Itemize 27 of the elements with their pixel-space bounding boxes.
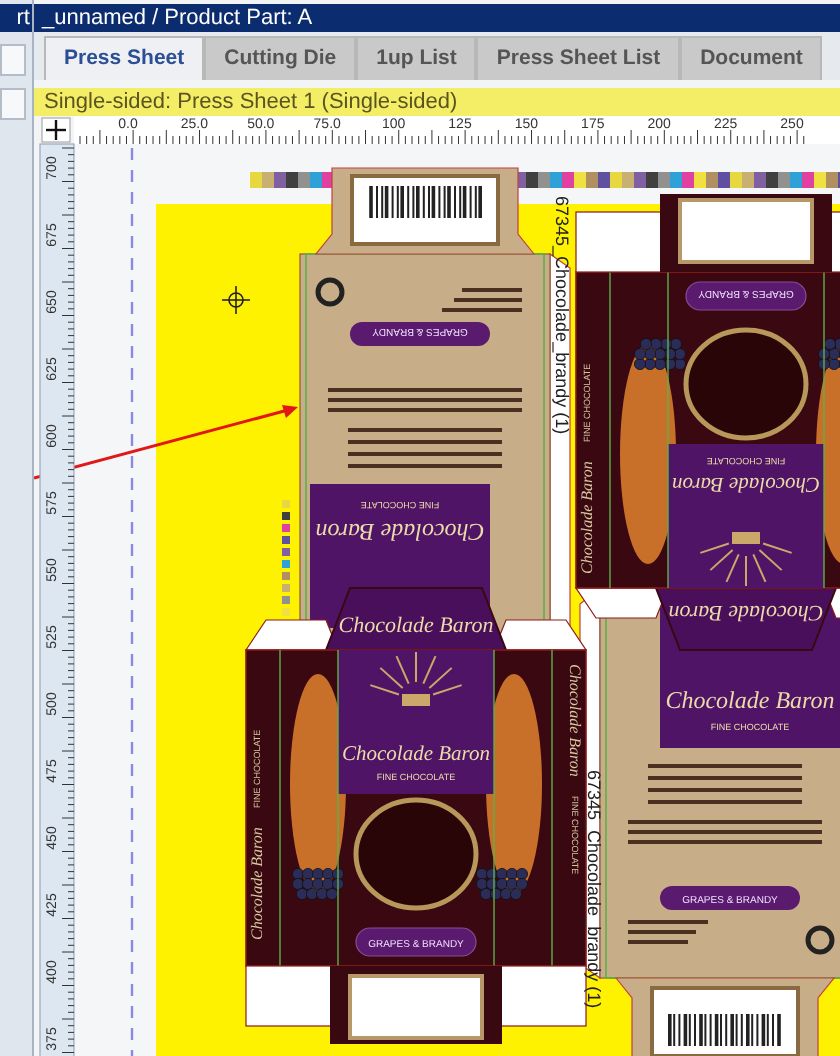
flap-brand-title: Chocolade Baron: [668, 600, 824, 624]
flavor-label-background: [685, 281, 807, 311]
panel-title: rt: [0, 4, 32, 32]
flap-brand-title: Chocolade Baron: [338, 614, 494, 638]
side-brand-label: Chocolade Baron: [578, 461, 596, 574]
tab[interactable]: Document: [680, 36, 823, 80]
tab[interactable]: 1up List: [356, 36, 477, 80]
panel-field[interactable]: [0, 88, 26, 120]
brand-title: Chocolade Baron: [672, 472, 820, 494]
flavor-label-background: [660, 886, 800, 910]
die-label: 67345_Chocolade_brandy (1): [552, 196, 572, 435]
side-brand-label: Chocolade Baron: [248, 827, 266, 940]
flavor-label-background: [355, 927, 477, 957]
window-title: _unnamed / Product Part: A: [34, 4, 840, 32]
brand-title: Chocolade Baron: [342, 744, 490, 766]
side-brand-label: Chocolade Baron: [566, 664, 584, 777]
tab[interactable]: Press Sheet: [44, 36, 205, 80]
tab[interactable]: Press Sheet List: [476, 36, 681, 80]
brand-title: Chocolade Baron: [315, 518, 485, 546]
crosshair-icon[interactable]: [41, 117, 71, 143]
registration-mark-icon: [221, 285, 251, 315]
flavor-label-background: [350, 322, 490, 346]
panel-field[interactable]: [0, 44, 26, 76]
tab[interactable]: Cutting Die: [204, 36, 357, 80]
brand-title: Chocolade Baron: [665, 686, 835, 714]
sheet-status-bar: Single-sided: Press Sheet 1 (Single-sided): [34, 88, 840, 116]
die-label: 67345_Chocolade_brandy (1): [584, 770, 604, 1009]
